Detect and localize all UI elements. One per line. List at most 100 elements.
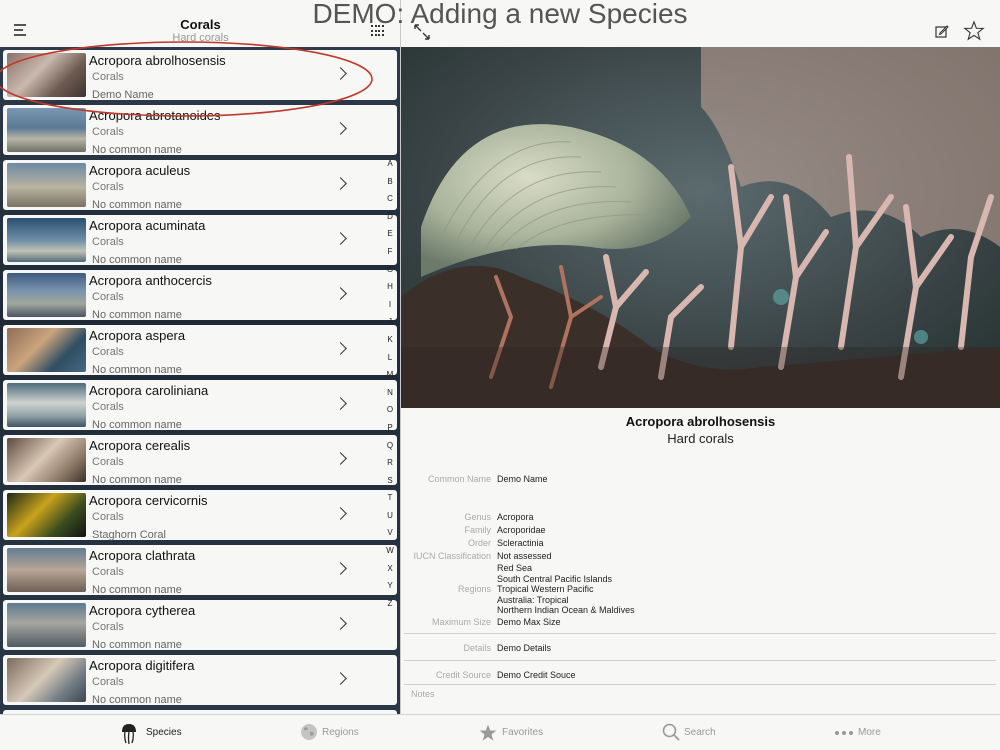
- globe-icon: [301, 724, 317, 740]
- species-common-name: Demo Name: [92, 89, 154, 101]
- index-letter[interactable]: X: [383, 560, 397, 578]
- family-label: Family: [464, 525, 492, 535]
- list-item[interactable]: Acropora abrolhosensis Corals Demo Name: [3, 50, 397, 101]
- index-letter[interactable]: C: [383, 190, 397, 208]
- chevron-right-icon: [334, 562, 347, 575]
- index-letter[interactable]: A: [383, 155, 397, 173]
- species-group: Corals: [92, 236, 124, 248]
- index-letter[interactable]: L: [383, 349, 397, 367]
- index-letter[interactable]: G: [383, 261, 397, 279]
- species-name: Acropora acuminata: [89, 218, 206, 233]
- credit-source-value: Demo Credit Souce: [497, 670, 576, 680]
- species-thumbnail: [7, 658, 86, 702]
- tab-more[interactable]: More: [834, 723, 894, 745]
- species-thumbnail: [7, 493, 86, 537]
- species-group: Corals: [92, 511, 124, 523]
- species-thumbnail: [7, 163, 86, 207]
- detail-species-name: Acropora abrolhosensis: [625, 414, 776, 429]
- index-letter[interactable]: Z: [383, 595, 397, 613]
- list-item[interactable]: Acropora anthocercis Corals No common name: [3, 270, 397, 321]
- species-group: Corals: [92, 71, 124, 83]
- species-group: Corals: [92, 676, 124, 688]
- species-common-name: No common name: [92, 364, 182, 376]
- index-letter[interactable]: O: [383, 401, 397, 419]
- index-letter[interactable]: S: [383, 472, 397, 490]
- list-item[interactable]: Acropora cerealis Corals No common name: [3, 435, 397, 486]
- list-item[interactable]: Acropora aspera Corals No common name: [3, 325, 397, 376]
- index-letter[interactable]: F: [383, 243, 397, 261]
- index-letter[interactable]: K: [383, 331, 397, 349]
- index-letter[interactable]: P: [383, 419, 397, 437]
- chevron-right-icon: [334, 342, 347, 355]
- species-list-pane: Corals Hard corals Acropora abrolhosensi…: [0, 0, 401, 714]
- favorite-star-icon[interactable]: [963, 20, 985, 42]
- iucn-value: Not assessed: [497, 551, 552, 561]
- index-letter[interactable]: U: [383, 507, 397, 525]
- list-item[interactable]: Acropora digitifera Corals No common name: [3, 655, 397, 706]
- expand-icon[interactable]: [414, 24, 430, 40]
- species-common-name: No common name: [92, 584, 182, 596]
- species-thumbnail: [7, 108, 86, 152]
- common-name-value: Demo Name: [497, 474, 548, 484]
- notes-label: Notes: [411, 689, 435, 699]
- divider: [404, 684, 996, 685]
- regions-label: Regions: [457, 584, 491, 594]
- species-common-name: No common name: [92, 199, 182, 211]
- species-group: Corals: [92, 621, 124, 633]
- species-list: Acropora abrolhosensis Corals Demo Name Acr…: [0, 47, 401, 714]
- credit-source-label: Credit Source: [435, 670, 491, 680]
- species-group: Corals: [92, 401, 124, 413]
- index-letter[interactable]: H: [383, 278, 397, 296]
- species-name: Acropora cytherea: [89, 603, 196, 618]
- index-letter[interactable]: M: [383, 366, 397, 384]
- genus-value: Acropora: [497, 512, 534, 522]
- species-name: Acropora caroliniana: [89, 383, 209, 398]
- tab-search[interactable]: Search: [662, 723, 722, 745]
- index-letter[interactable]: E: [383, 225, 397, 243]
- list-item[interactable]: Acropora abrotanoides Corals No common nam…: [3, 105, 397, 156]
- species-common-name: No common name: [92, 309, 182, 321]
- list-item[interactable]: Acropora cervicornis Corals Staghorn Coral: [3, 490, 397, 541]
- list-item[interactable]: Acropora aculeus Corals No common name: [3, 160, 397, 211]
- chevron-right-icon: [334, 507, 347, 520]
- index-letter[interactable]: T: [383, 489, 397, 507]
- edit-icon[interactable]: [935, 24, 949, 38]
- iucn-label: IUCN Classification: [413, 551, 491, 561]
- chevron-right-icon: [334, 122, 347, 135]
- tab-regions[interactable]: Regions: [300, 723, 370, 745]
- species-thumbnail: [7, 53, 86, 97]
- tab-label: Search: [684, 727, 716, 738]
- chevron-right-icon: [334, 232, 347, 245]
- family-value: Acroporidae: [497, 525, 546, 535]
- index-letter[interactable]: Q: [383, 437, 397, 455]
- list-item[interactable]: Acropora cytherea Corals No common name: [3, 600, 397, 651]
- species-photo: [401, 47, 1000, 408]
- species-name: Acropora anthocercis: [89, 273, 212, 288]
- index-letter[interactable]: N: [383, 384, 397, 402]
- common-name-label: Common Name: [427, 474, 491, 484]
- chevron-right-icon: [334, 672, 347, 685]
- species-name: Acropora digitifera: [89, 658, 195, 673]
- tab-species[interactable]: Species: [120, 723, 190, 745]
- tab-label: Regions: [322, 727, 359, 738]
- index-letter[interactable]: R: [383, 454, 397, 472]
- tab-label: Species: [146, 727, 182, 738]
- index-letter[interactable]: J: [383, 313, 397, 331]
- more-dots-icon: [835, 731, 853, 735]
- alphabet-index[interactable]: ABCDEFGHIJKLMNOPQRSTUVWXYZ: [383, 155, 397, 612]
- star-icon: [479, 724, 497, 741]
- species-name: Acropora abrotanoides: [89, 108, 221, 123]
- list-item[interactable]: Acropora clathrata Corals No common name: [3, 545, 397, 596]
- tab-favorites[interactable]: Favorites: [478, 723, 548, 745]
- species-thumbnail: [7, 548, 86, 592]
- list-item[interactable]: Acropora caroliniana Corals No common name: [3, 380, 397, 431]
- region-item: Australia: Tropical: [497, 594, 569, 605]
- species-common-name: No common name: [92, 639, 182, 651]
- index-letter[interactable]: D: [383, 208, 397, 226]
- index-letter[interactable]: Y: [383, 577, 397, 595]
- index-letter[interactable]: B: [383, 173, 397, 191]
- index-letter[interactable]: I: [383, 296, 397, 314]
- index-letter[interactable]: V: [383, 524, 397, 542]
- list-item[interactable]: Acropora acuminata Corals No common name: [3, 215, 397, 266]
- index-letter[interactable]: W: [383, 542, 397, 560]
